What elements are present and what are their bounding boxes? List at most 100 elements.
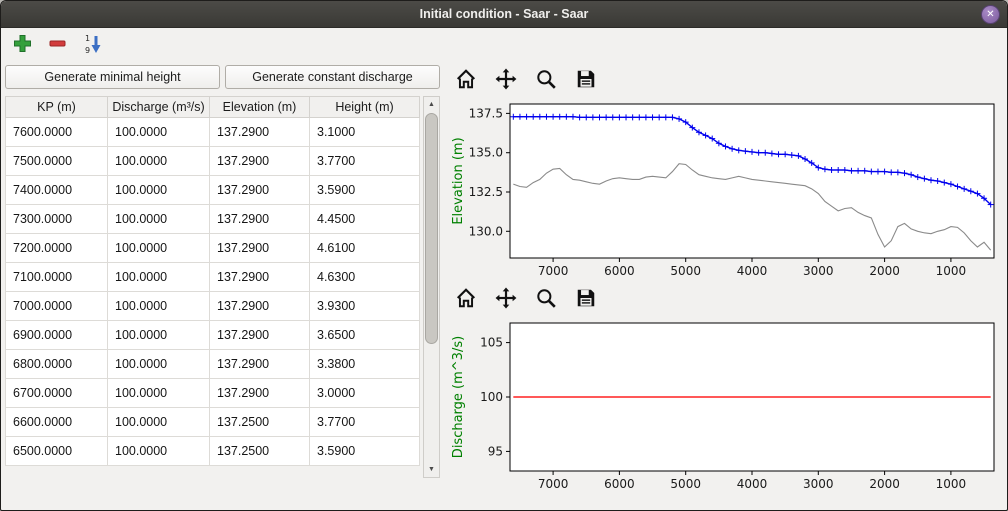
vertical-scrollbar[interactable]: ▲ ▼: [423, 96, 440, 478]
magnifier-icon: [535, 287, 557, 312]
table-cell[interactable]: 6900.0000: [6, 321, 108, 350]
generate-buttons-row: Generate minimal height Generate constan…: [5, 65, 440, 89]
svg-text:135.0: 135.0: [469, 146, 503, 160]
table-cell[interactable]: 100.0000: [108, 350, 210, 379]
column-header[interactable]: Elevation (m): [210, 97, 310, 118]
table-cell[interactable]: 137.2900: [210, 379, 310, 408]
svg-text:7000: 7000: [538, 264, 569, 278]
table-cell[interactable]: 3.9300: [310, 292, 420, 321]
svg-text:6000: 6000: [604, 477, 635, 491]
table-cell[interactable]: 6600.0000: [6, 408, 108, 437]
elevation-chart: 7000600050004000300020001000130.0132.513…: [448, 96, 1004, 284]
table-cell[interactable]: 137.2500: [210, 408, 310, 437]
table-cell[interactable]: 6800.0000: [6, 350, 108, 379]
table-row[interactable]: 7100.0000100.0000137.29004.6300: [6, 263, 420, 292]
table-cell[interactable]: 137.2900: [210, 147, 310, 176]
column-header[interactable]: Discharge (m³/s): [108, 97, 210, 118]
table-cell[interactable]: 137.2900: [210, 234, 310, 263]
table-cell[interactable]: 137.2900: [210, 292, 310, 321]
add-row-button[interactable]: [9, 31, 36, 59]
table-cell[interactable]: 3.7700: [310, 408, 420, 437]
table-cell[interactable]: 7300.0000: [6, 205, 108, 234]
table-cell[interactable]: 7100.0000: [6, 263, 108, 292]
table-cell[interactable]: 7400.0000: [6, 176, 108, 205]
table-row[interactable]: 6700.0000100.0000137.29003.0000: [6, 379, 420, 408]
table-row[interactable]: 6600.0000100.0000137.25003.7700: [6, 408, 420, 437]
sort-button[interactable]: 1 9: [79, 31, 107, 60]
table-row[interactable]: 7500.0000100.0000137.29003.7700: [6, 147, 420, 176]
table-cell[interactable]: 3.0000: [310, 379, 420, 408]
table-cell[interactable]: 4.6300: [310, 263, 420, 292]
discharge-save-button[interactable]: [574, 286, 598, 313]
table-cell[interactable]: 6500.0000: [6, 437, 108, 466]
table-row[interactable]: 7200.0000100.0000137.29004.6100: [6, 234, 420, 263]
scroll-down-button[interactable]: ▼: [424, 462, 439, 477]
table-row[interactable]: 7300.0000100.0000137.29004.4500: [6, 205, 420, 234]
table-cell[interactable]: 137.2900: [210, 263, 310, 292]
table-cell[interactable]: 137.2900: [210, 350, 310, 379]
table-cell[interactable]: 3.5900: [310, 176, 420, 205]
table-cell[interactable]: 4.4500: [310, 205, 420, 234]
table-cell[interactable]: 3.7700: [310, 147, 420, 176]
titlebar[interactable]: Initial condition - Saar - Saar ✕: [1, 1, 1007, 28]
table-cell[interactable]: 100.0000: [108, 234, 210, 263]
table-cell[interactable]: 7600.0000: [6, 118, 108, 147]
scrollbar-thumb[interactable]: [425, 113, 438, 344]
table-cell[interactable]: 7200.0000: [6, 234, 108, 263]
table-cell[interactable]: 137.2900: [210, 321, 310, 350]
table-cell[interactable]: 137.2500: [210, 437, 310, 466]
column-header[interactable]: KP (m): [6, 97, 108, 118]
elevation-pan-button[interactable]: [494, 67, 518, 94]
table-cell[interactable]: 100.0000: [108, 147, 210, 176]
discharge-home-button[interactable]: [454, 286, 478, 313]
plus-icon: [12, 33, 33, 57]
elevation-zoom-button[interactable]: [534, 67, 558, 94]
scrollbar-track[interactable]: [424, 112, 439, 462]
table-cell[interactable]: 4.6100: [310, 234, 420, 263]
table-row[interactable]: 7400.0000100.0000137.29003.5900: [6, 176, 420, 205]
table-cell[interactable]: 100.0000: [108, 263, 210, 292]
table-cell[interactable]: 100.0000: [108, 379, 210, 408]
magnifier-icon: [535, 68, 557, 93]
discharge-pan-button[interactable]: [494, 286, 518, 313]
column-header[interactable]: Height (m): [310, 97, 420, 118]
pan-icon: [495, 68, 517, 93]
table-cell[interactable]: 100.0000: [108, 205, 210, 234]
table-cell[interactable]: 100.0000: [108, 437, 210, 466]
table-cell[interactable]: 3.1000: [310, 118, 420, 147]
svg-text:105: 105: [480, 336, 503, 350]
generate-minimal-height-button[interactable]: Generate minimal height: [5, 65, 220, 89]
table-cell[interactable]: 137.2900: [210, 205, 310, 234]
discharge-zoom-button[interactable]: [534, 286, 558, 313]
table-cell[interactable]: 3.3800: [310, 350, 420, 379]
table-cell[interactable]: 100.0000: [108, 118, 210, 147]
elevation-plot-toolbar: [448, 65, 1004, 96]
elevation-save-button[interactable]: [574, 67, 598, 94]
table-body: 7600.0000100.0000137.29003.10007500.0000…: [6, 118, 420, 466]
table-cell[interactable]: 100.0000: [108, 408, 210, 437]
table-cell[interactable]: 100.0000: [108, 176, 210, 205]
table-cell[interactable]: 100.0000: [108, 321, 210, 350]
table-header-row: KP (m)Discharge (m³/s)Elevation (m)Heigh…: [6, 97, 420, 118]
table-cell[interactable]: 137.2900: [210, 118, 310, 147]
table-cell[interactable]: 137.2900: [210, 176, 310, 205]
generate-constant-discharge-button[interactable]: Generate constant discharge: [225, 65, 440, 89]
minus-icon: [47, 33, 68, 57]
table-cell[interactable]: 7500.0000: [6, 147, 108, 176]
elevation-home-button[interactable]: [454, 67, 478, 94]
table-cell[interactable]: 6700.0000: [6, 379, 108, 408]
remove-row-button[interactable]: [44, 31, 71, 59]
table-row[interactable]: 6900.0000100.0000137.29003.6500: [6, 321, 420, 350]
table-cell[interactable]: 100.0000: [108, 292, 210, 321]
table-row[interactable]: 7000.0000100.0000137.29003.9300: [6, 292, 420, 321]
table-cell[interactable]: 7000.0000: [6, 292, 108, 321]
svg-text:5000: 5000: [670, 264, 701, 278]
table-cell[interactable]: 3.5900: [310, 437, 420, 466]
scroll-up-button[interactable]: ▲: [424, 97, 439, 112]
table-row[interactable]: 6800.0000100.0000137.29003.3800: [6, 350, 420, 379]
left-panel: Generate minimal height Generate constan…: [1, 62, 442, 510]
table-row[interactable]: 7600.0000100.0000137.29003.1000: [6, 118, 420, 147]
table-cell[interactable]: 3.6500: [310, 321, 420, 350]
table-row[interactable]: 6500.0000100.0000137.25003.5900: [6, 437, 420, 466]
close-button[interactable]: ✕: [981, 5, 1000, 24]
